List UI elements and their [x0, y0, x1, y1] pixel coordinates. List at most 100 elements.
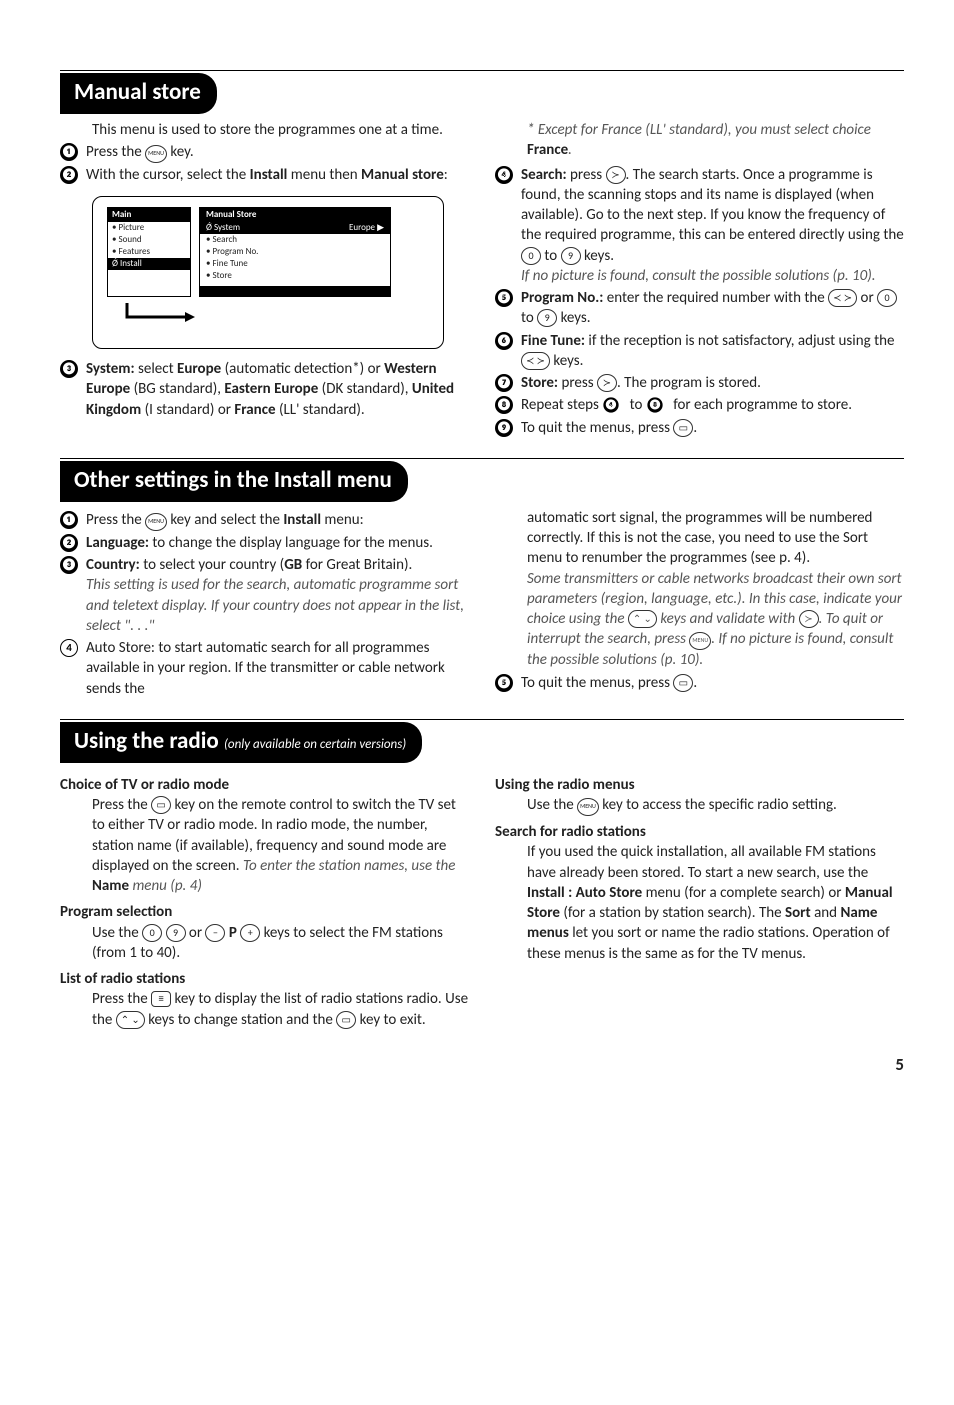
step-marker-5: ❺: [495, 674, 513, 692]
menu-key-icon: MENU: [145, 513, 167, 531]
note-star-end: .: [568, 141, 572, 159]
t: To quit the menus, press: [521, 674, 673, 692]
t: for Great Britain).: [302, 556, 412, 574]
step-marker-2: ❷: [60, 166, 78, 184]
menu-left-item: • Picture: [108, 222, 190, 234]
menu-row-label: • Search: [206, 234, 237, 246]
t: or: [186, 924, 206, 942]
t: to: [626, 396, 646, 414]
t: or: [857, 289, 877, 307]
t: key to access the specific radio setting…: [599, 796, 837, 814]
menu-row-value: Europe ▶: [349, 222, 384, 234]
menu-right-title: Manual Store: [200, 208, 390, 222]
updown-key-icon: ⌃ ⌄: [628, 610, 657, 628]
t: Use the: [527, 796, 577, 814]
exit-key-icon: ▭: [336, 1011, 356, 1029]
t: keys to change station and the: [145, 1011, 336, 1029]
s1-step3-system: System:: [86, 360, 135, 378]
tv-key-icon: ▭: [151, 796, 171, 814]
t: . The program is stored.: [617, 374, 761, 392]
t: key and select the: [167, 511, 283, 529]
ref-step-4: ❹: [604, 398, 619, 413]
t: Store:: [521, 374, 558, 392]
t: keys.: [550, 352, 583, 370]
t: Use the: [92, 924, 142, 942]
t: .: [693, 674, 697, 692]
t: Install: [283, 511, 321, 529]
menu-row-label: • Fine Tune: [206, 258, 248, 270]
menu-left-item-selected: Ǿ Install: [108, 258, 190, 270]
menu-right-panel: Manual Store Ǿ System Europe ▶ • Search …: [199, 207, 391, 298]
menu-right-row: • Store: [200, 270, 390, 282]
key-9-icon: 9: [537, 309, 557, 327]
s1-step2-a: With the cursor, select the: [86, 166, 250, 184]
t: menu:: [321, 511, 364, 529]
t: for each programme to store.: [670, 396, 852, 414]
minus-key-icon: −: [205, 924, 225, 942]
key-9-icon: 9: [166, 924, 186, 942]
t: GB: [284, 556, 302, 574]
section-title-other-settings: Other settings in the Install menu: [60, 461, 408, 502]
t: .: [693, 419, 697, 437]
menu-right-row-selected: Ǿ System Europe ▶: [200, 222, 390, 234]
t: menu (for a complete search) or: [642, 884, 845, 902]
t: Name: [92, 877, 129, 895]
t: keys and validate with: [657, 610, 799, 628]
t: (DK standard),: [318, 380, 412, 398]
right-para: automatic sort signal, the programmes wi…: [495, 508, 904, 569]
t: to: [521, 309, 537, 327]
step-marker-2: ❷: [60, 534, 78, 552]
t: Press the: [92, 796, 151, 814]
t: P: [225, 924, 240, 942]
menu-left-panel: Main • Picture • Sound • Features Ǿ Inst…: [107, 207, 191, 298]
menu-right-row: • Fine Tune: [200, 258, 390, 270]
list-key-icon: ≡: [151, 991, 171, 1007]
t: (I standard) or: [141, 401, 234, 419]
step3-note: This setting is used for the search, aut…: [86, 575, 469, 636]
plus-key-icon: +: [240, 924, 260, 942]
t: Repeat steps: [521, 396, 602, 414]
leftright-key-icon: ≺ ≻: [521, 352, 550, 370]
step1-text-b: key.: [170, 143, 193, 161]
note-star: * Except for France (LL' standard), you …: [527, 121, 871, 139]
h-program-selection: Program selection: [60, 902, 469, 922]
step-marker-5: ❺: [495, 289, 513, 307]
menu-row-label: Ǿ System: [206, 222, 240, 234]
t: menu (p. 4): [129, 877, 202, 895]
section-title-radio: Using the radio (only available on certa…: [60, 722, 422, 763]
t: press: [567, 166, 606, 184]
exit-key-icon: ▭: [673, 419, 693, 437]
t: press: [558, 374, 597, 392]
t: Search:: [521, 166, 567, 184]
t: key to exit.: [356, 1011, 425, 1029]
step-marker-1: ❶: [60, 511, 78, 529]
step-marker-7: ❼: [495, 374, 513, 392]
menu-right-row: • Search: [200, 234, 390, 246]
menu-screenshot: Main • Picture • Sound • Features Ǿ Inst…: [92, 196, 444, 350]
t: and: [811, 904, 841, 922]
step-marker-6: ❻: [495, 332, 513, 350]
exit-key-icon: ▭: [673, 674, 693, 692]
menu-key-icon: MENU: [689, 632, 711, 650]
t: Install : Auto Store: [527, 884, 642, 902]
t: Europe: [177, 360, 221, 378]
t: Language:: [86, 534, 149, 552]
updown-key-icon: ⌃ ⌄: [116, 1011, 145, 1029]
t: France: [234, 401, 275, 419]
right-key-icon: ≻: [799, 610, 819, 628]
t: (BG standard),: [130, 380, 224, 398]
step-marker-8: ❽: [495, 396, 513, 414]
h-list-stations: List of radio stations: [60, 969, 469, 989]
t: If you used the quick installation, all …: [527, 843, 876, 881]
h-search-stations: Search for radio stations: [495, 822, 904, 842]
s1-step2-install: Install: [250, 166, 288, 184]
t: Program No.:: [521, 289, 603, 307]
menu-key-icon: MENU: [145, 145, 167, 163]
step-marker-1: ❶: [60, 143, 78, 161]
h-choice-mode: Choice of TV or radio mode: [60, 775, 469, 795]
page-number: 5: [60, 1054, 904, 1077]
t: Press the: [92, 990, 151, 1008]
key-9-icon: 9: [561, 247, 581, 265]
step1-text-a: Press the: [86, 143, 142, 161]
t: To enter the station names, use the: [243, 857, 456, 875]
